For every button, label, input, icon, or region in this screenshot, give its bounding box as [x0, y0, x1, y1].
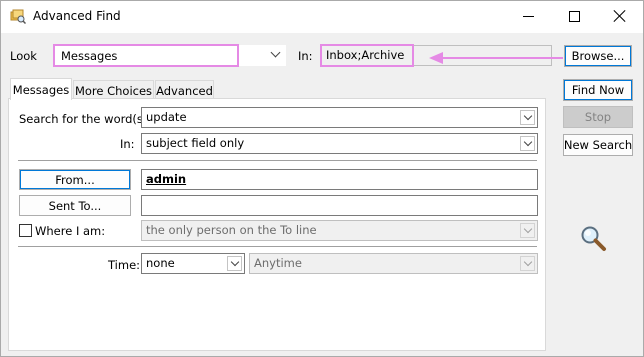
advanced-find-window: Advanced Find Look Messages In: Inbox;Ar…	[0, 0, 644, 357]
time-dropdown-button[interactable]	[227, 256, 242, 271]
maximize-icon	[568, 10, 580, 22]
title-bar: Advanced Find	[1, 1, 643, 33]
where-i-am-checkbox[interactable]	[19, 224, 32, 237]
from-button-label: From...	[55, 172, 95, 187]
stop-button: Stop	[563, 106, 633, 128]
in-folder-value: Inbox;Archive	[326, 48, 405, 62]
tab-advanced-label: Advanced	[156, 83, 213, 98]
new-search-button[interactable]: New Search	[563, 134, 633, 156]
look-dropdown[interactable]: Messages	[54, 45, 286, 66]
maximize-button[interactable]	[551, 1, 597, 31]
tab-more-choices[interactable]: More Choices	[73, 80, 154, 100]
search-words-label: Search for the word(s):	[19, 112, 152, 126]
look-label: Look	[10, 49, 37, 63]
search-in-value: subject field only	[146, 136, 245, 150]
tab-advanced[interactable]: Advanced	[155, 80, 214, 100]
tab-more-choices-label: More Choices	[74, 83, 153, 98]
browse-button-label: Browse...	[571, 49, 625, 63]
magnifier-icon	[581, 226, 606, 251]
where-i-am-dropdown: the only person on the To line	[141, 220, 538, 241]
window-title: Advanced Find	[33, 9, 121, 23]
chevron-down-icon	[270, 47, 281, 58]
time-range-value: Anytime	[254, 256, 302, 270]
from-field[interactable]: admin	[141, 169, 538, 190]
new-search-label: New Search	[563, 138, 633, 152]
separator	[18, 160, 537, 161]
search-words-dropdown-button[interactable]	[520, 110, 535, 125]
find-now-label: Find Now	[571, 83, 625, 97]
where-i-am-label: Where I am:	[35, 224, 106, 238]
from-value: admin	[146, 172, 187, 186]
search-in-label: In:	[120, 137, 135, 151]
search-words-combobox[interactable]: update	[141, 107, 538, 128]
arrow-icon	[429, 52, 563, 64]
sent-to-button-label: Sent To...	[48, 198, 102, 213]
time-value: none	[146, 256, 175, 270]
where-i-am-value: the only person on the To line	[146, 223, 317, 237]
separator	[18, 246, 537, 247]
time-label: Time:	[108, 258, 141, 272]
search-words-value: update	[146, 110, 187, 124]
chevron-down-icon	[230, 257, 239, 267]
chevron-down-icon	[523, 137, 532, 147]
minimize-button[interactable]	[505, 1, 551, 31]
search-in-dropdown-button[interactable]	[520, 136, 535, 151]
time-range-dropdown-button	[520, 256, 535, 271]
advanced-find-app-icon	[10, 9, 26, 25]
minimize-icon	[522, 15, 534, 17]
look-value: Messages	[61, 49, 118, 63]
sent-to-field[interactable]	[141, 195, 538, 216]
browse-button[interactable]: Browse...	[564, 45, 632, 67]
chevron-down-icon	[523, 224, 532, 234]
close-icon	[614, 10, 626, 22]
close-button[interactable]	[597, 1, 643, 31]
chevron-down-icon	[523, 111, 532, 121]
where-i-am-dropdown-button	[520, 223, 535, 238]
chevron-down-icon	[523, 257, 532, 267]
tab-messages-label: Messages	[12, 82, 70, 97]
time-dropdown[interactable]: none	[141, 253, 245, 274]
tab-messages[interactable]: Messages	[10, 78, 72, 100]
sent-to-button[interactable]: Sent To...	[19, 195, 131, 216]
stop-label: Stop	[584, 110, 612, 124]
time-range-dropdown: Anytime	[249, 253, 538, 274]
find-now-button[interactable]: Find Now	[563, 79, 633, 101]
search-in-dropdown[interactable]: subject field only	[141, 133, 538, 154]
in-folder-label: In:	[298, 49, 313, 63]
from-button[interactable]: From...	[19, 169, 131, 190]
